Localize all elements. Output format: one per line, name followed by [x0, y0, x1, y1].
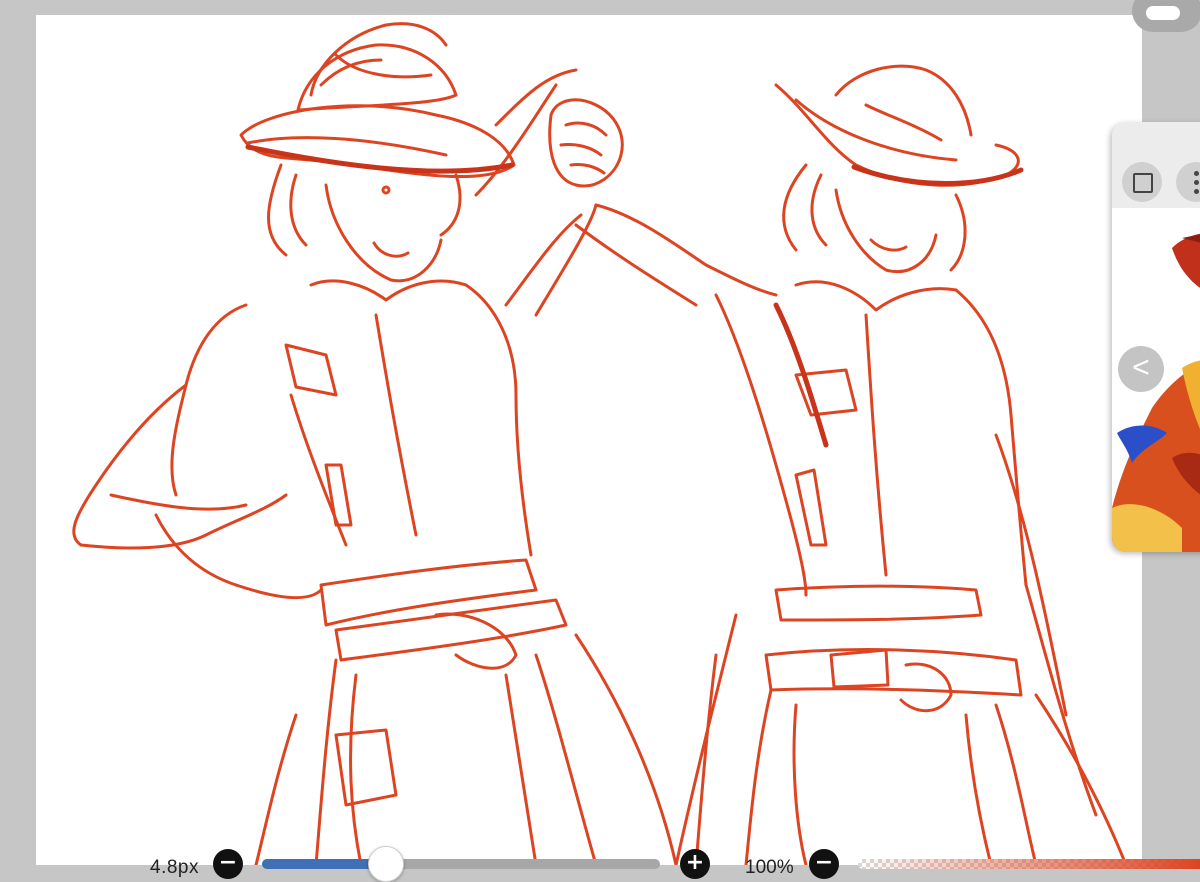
brush-size-fill: [262, 859, 386, 869]
reference-toolbar: [1112, 122, 1200, 208]
opacity-label: 100%: [745, 857, 794, 878]
brush-size-slider[interactable]: [262, 859, 660, 869]
square-icon[interactable]: [1122, 162, 1162, 202]
toggle-button[interactable]: [1132, 0, 1200, 32]
brush-settings-bar: 4.8px − + 100% −: [0, 845, 1200, 882]
brush-size-label: 4.8px: [150, 857, 199, 878]
line-art-sketch: [72, 22, 1128, 865]
brush-size-slider-thumb[interactable]: [368, 846, 405, 882]
more-vertical-icon[interactable]: [1176, 162, 1200, 202]
drawing-canvas[interactable]: [36, 15, 1142, 865]
opacity-slider[interactable]: [858, 859, 1200, 869]
reference-panel[interactable]: [1112, 122, 1200, 552]
toggle-icon: [1146, 6, 1180, 20]
chevron-left-icon[interactable]: <: [1118, 346, 1164, 392]
